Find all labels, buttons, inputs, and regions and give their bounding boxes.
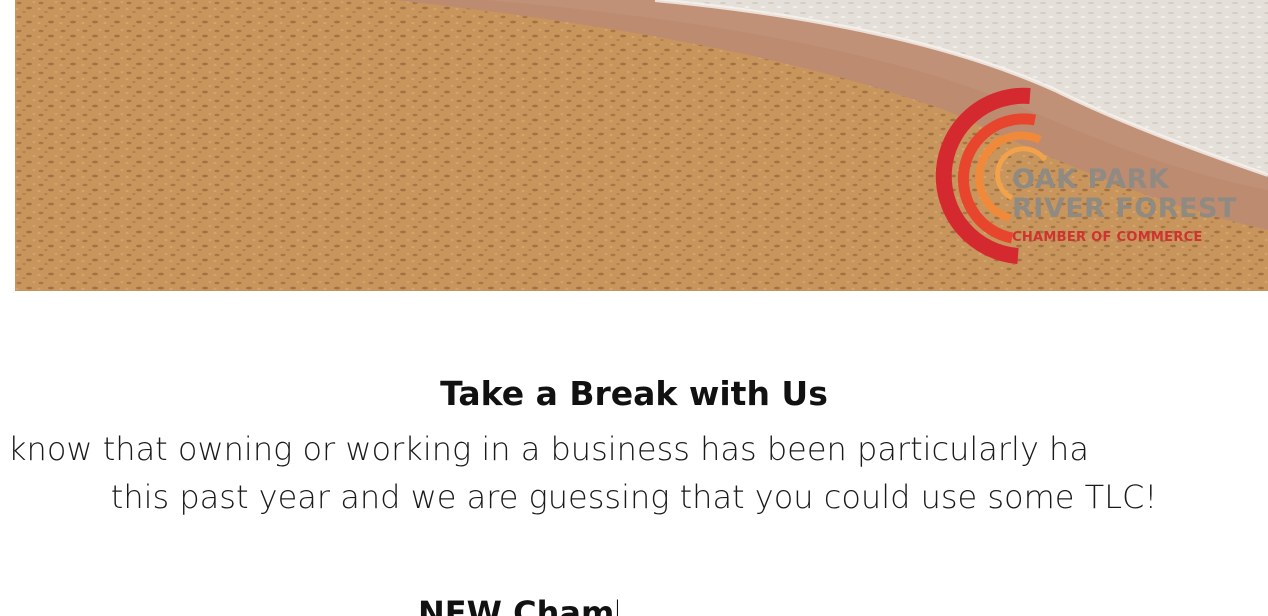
section-heading: Take a Break with Us	[440, 374, 828, 413]
logo-text-oak-park: OAK PARK	[1012, 164, 1170, 195]
logo-text-river-forest: RIVER FOREST	[1012, 193, 1237, 224]
chamber-logo: OAK PARK RIVER FOREST CHAMBER OF COMMERC…	[900, 78, 1268, 268]
paragraph-line-2: this past year and we are guessing that …	[110, 478, 1158, 516]
logo-text-chamber: CHAMBER OF COMMERCE	[1012, 230, 1203, 245]
hero-image: OAK PARK RIVER FOREST CHAMBER OF COMMERC…	[15, 0, 1268, 291]
partial-bold-text: NEW Chamb	[418, 594, 618, 616]
paragraph-line-1: know that owning or working in a busines…	[8, 430, 1089, 468]
